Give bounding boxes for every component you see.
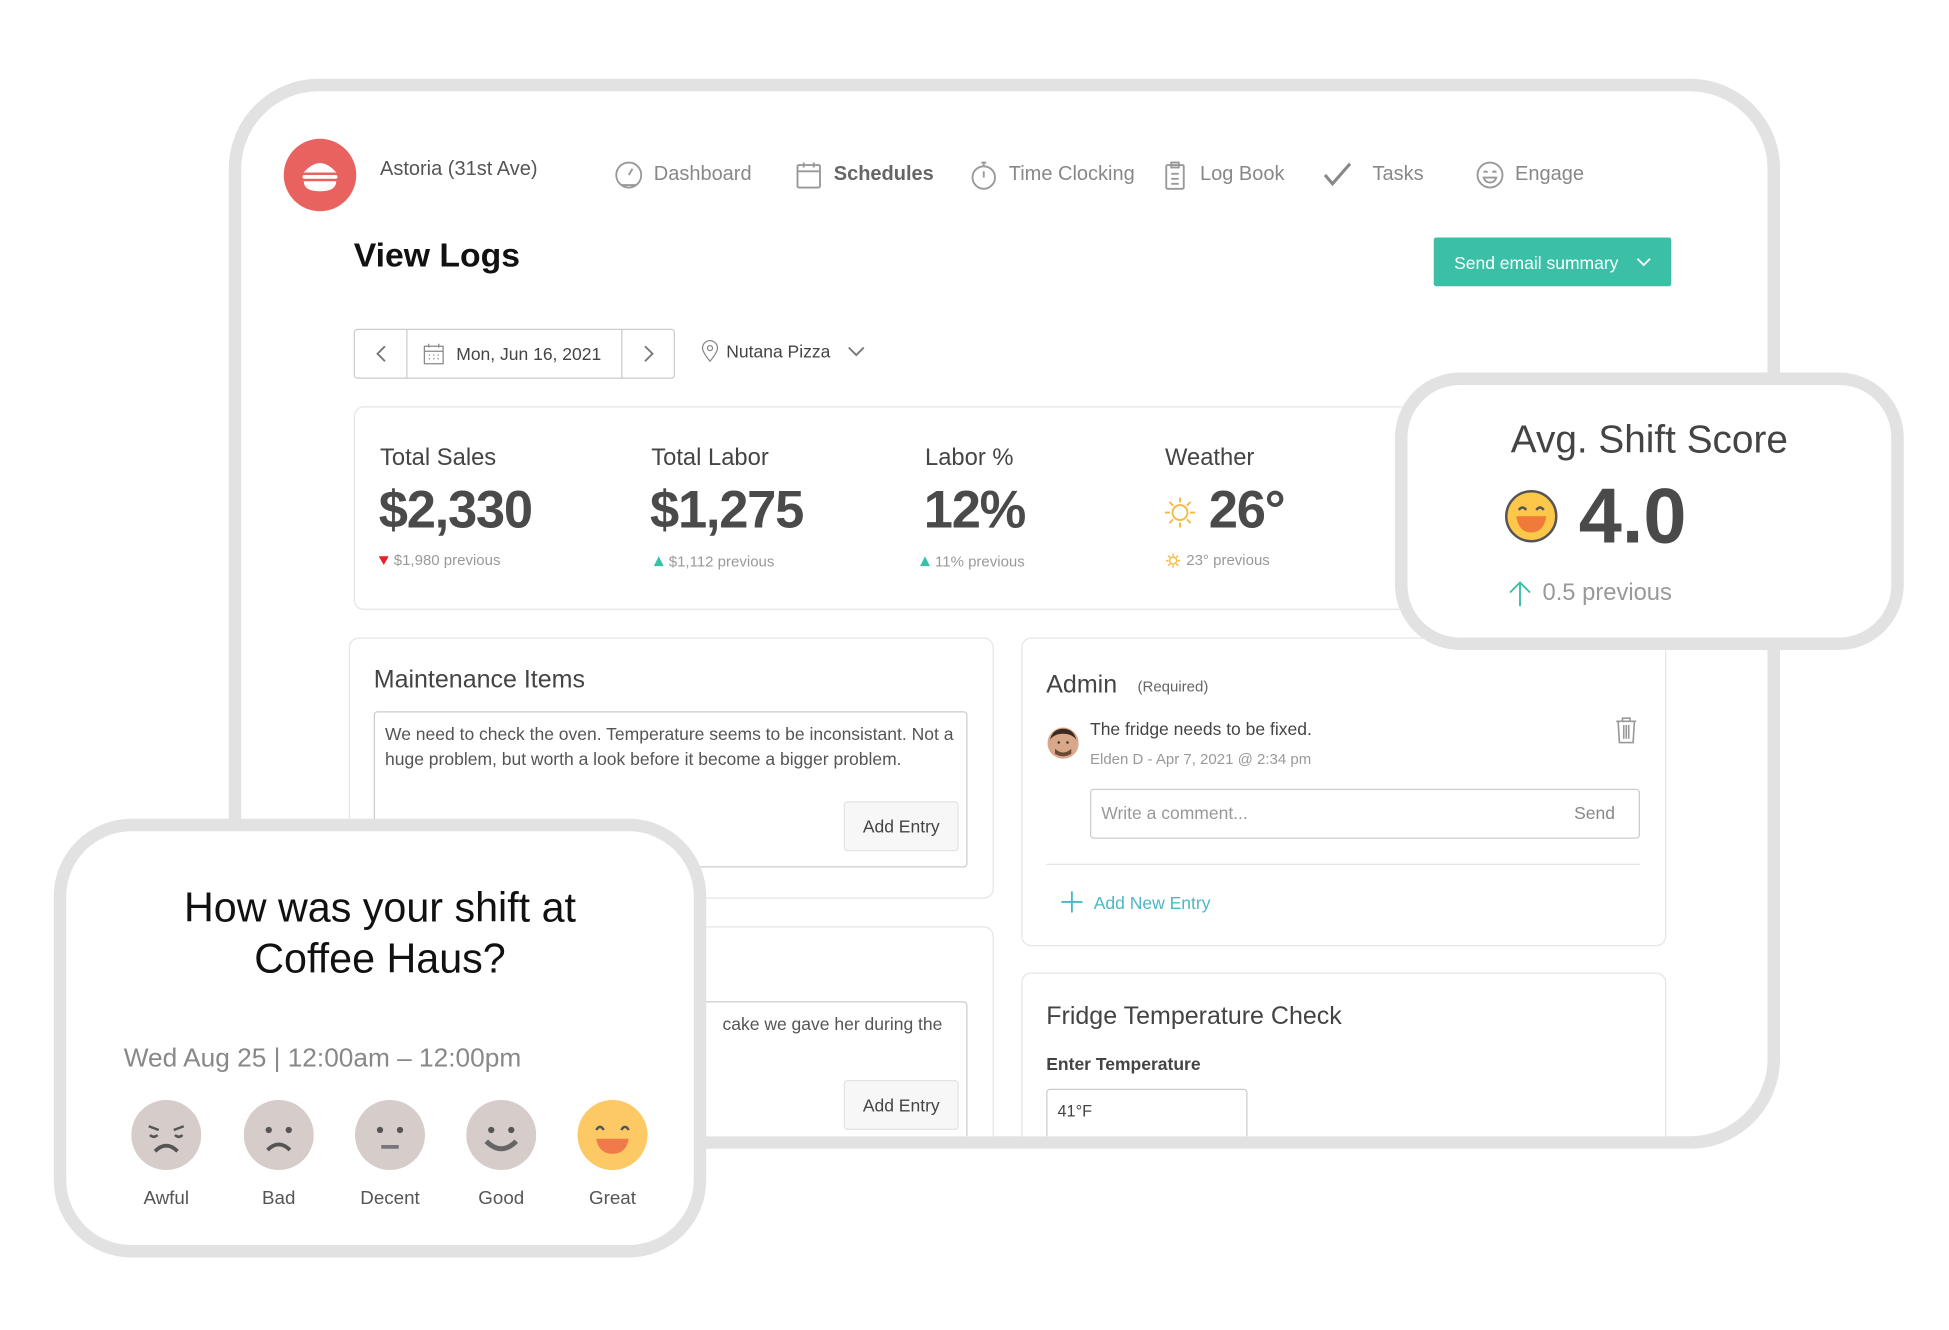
chevron-left-icon (375, 345, 386, 362)
plus-icon (1061, 891, 1083, 913)
add-new-entry-button[interactable]: Add New Entry (1061, 891, 1210, 913)
grinning-face-icon (577, 1100, 648, 1170)
send-button[interactable]: Send (1574, 803, 1615, 823)
nav-schedules[interactable]: Schedules (794, 160, 934, 190)
card-title: Maintenance Items (373, 666, 585, 694)
trend-up-icon (653, 556, 664, 567)
nav-engage[interactable]: Engage (1475, 160, 1584, 190)
burger-icon (302, 163, 338, 192)
comment-input[interactable]: Write a comment... Send (1090, 788, 1640, 839)
sun-icon (1166, 553, 1181, 567)
rating-awful[interactable]: Awful (123, 1100, 211, 1209)
logo[interactable] (283, 138, 357, 212)
smiley-icon (1476, 161, 1504, 189)
avatar (1047, 727, 1079, 759)
sad-face-icon (243, 1100, 314, 1170)
rating-decent[interactable]: Decent (346, 1100, 434, 1209)
nav-tasks[interactable]: Tasks (1323, 160, 1424, 190)
stopwatch-icon (971, 161, 996, 190)
date-navigator: Mon, Jun 16, 2021 (353, 328, 675, 379)
chevron-down-icon (848, 346, 865, 356)
page-title: View Logs (353, 236, 521, 274)
smiling-face-icon (466, 1100, 537, 1170)
trend-up-icon (920, 556, 930, 567)
speedometer-icon (615, 161, 643, 189)
neutral-face-icon (355, 1100, 425, 1170)
chevron-right-icon (643, 345, 654, 362)
score-title: Avg. Shift Score (1510, 417, 1788, 462)
card-title: Fridge Temperature Check (1046, 1002, 1342, 1031)
trend-down-icon (378, 556, 389, 565)
angry-face-icon (131, 1100, 202, 1170)
check-icon (1323, 162, 1352, 187)
calendar-icon (423, 343, 444, 365)
divider (1046, 863, 1640, 865)
calendar-icon (796, 162, 821, 189)
send-email-summary-button[interactable]: Send email summary (1433, 237, 1672, 287)
rating-bad[interactable]: Bad (235, 1100, 323, 1209)
rating-great[interactable]: Great (569, 1100, 657, 1209)
score-value: 4.0 (1578, 473, 1687, 560)
rating-good[interactable]: Good (458, 1100, 546, 1209)
shift-date: Wed Aug 25 | 12:00am – 12:00pm (123, 1043, 522, 1073)
score-previous: 0.5 previous (1508, 580, 1672, 608)
temperature-label: Enter Temperature (1046, 1053, 1201, 1074)
trash-icon[interactable] (1615, 716, 1638, 744)
location-name[interactable]: Astoria (31st Ave) (380, 159, 537, 182)
entry-meta: Elden D - Apr 7, 2021 @ 2:34 pm (1090, 750, 1312, 768)
chevron-down-icon (1636, 257, 1651, 266)
survey-question: How was your shift at Coffee Haus? (183, 883, 577, 982)
entry-text: The fridge needs to be fixed. (1090, 718, 1312, 739)
admin-card: Admin (Required) The fridge needs to be … (1021, 637, 1667, 947)
add-entry-button[interactable]: Add Entry (843, 1080, 959, 1130)
nav-time-clocking[interactable]: Time Clocking (969, 160, 1135, 190)
grinning-face-icon (1505, 490, 1558, 543)
prev-day-button[interactable] (355, 330, 408, 378)
required-label: (Required) (1137, 677, 1209, 696)
nav-log-book[interactable]: Log Book (1160, 160, 1285, 190)
add-entry-button[interactable]: Add Entry (843, 801, 959, 852)
map-pin-icon (701, 340, 719, 363)
card-title: Admin (1046, 671, 1118, 699)
sun-icon (1165, 497, 1195, 528)
shift-survey-card: How was your shift at Coffee Haus? Wed A… (53, 818, 707, 1258)
date-picker[interactable]: Mon, Jun 16, 2021 (408, 330, 623, 378)
nav-dashboard[interactable]: Dashboard (614, 160, 752, 190)
avg-shift-score-card: Avg. Shift Score 4.0 0.5 previous (1395, 372, 1904, 650)
location-filter[interactable]: Nutana Pizza (701, 340, 865, 363)
clipboard-icon (1165, 161, 1185, 190)
temperature-input[interactable]: 41°F (1046, 1088, 1248, 1137)
arrow-up-icon (1509, 581, 1531, 607)
fridge-card: Fridge Temperature Check Enter Temperatu… (1021, 972, 1667, 1137)
next-day-button[interactable] (623, 330, 674, 378)
